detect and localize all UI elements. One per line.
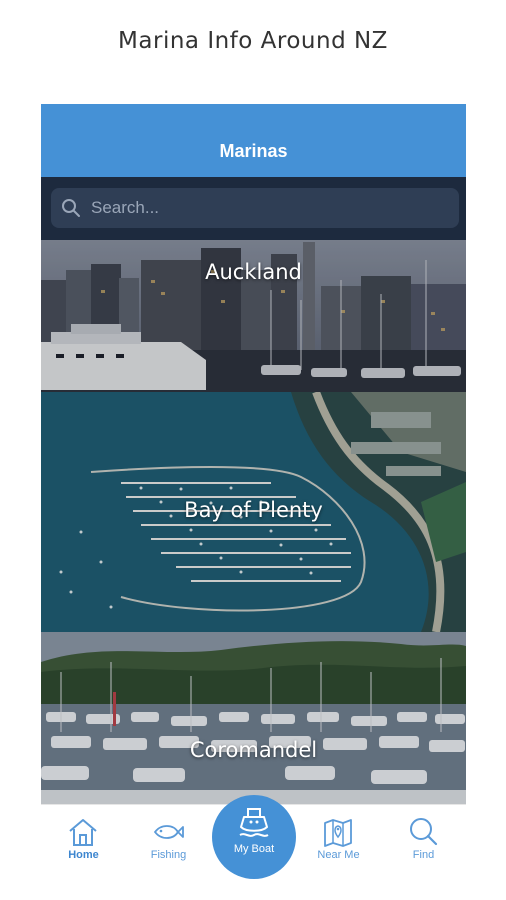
tab-label: Find	[412, 849, 435, 861]
region-list: Auckland Bay of Plenty Coromandel	[41, 240, 466, 804]
tab-my-boat[interactable]: My Boat	[212, 795, 296, 879]
map-pin-icon	[324, 819, 352, 847]
tab-label: Home	[68, 849, 99, 861]
navigation-bar: Marinas	[41, 104, 466, 177]
home-icon	[69, 819, 97, 846]
coromandel-image	[41, 632, 466, 804]
fish-icon	[153, 825, 184, 839]
tab-label: Near Me	[317, 849, 360, 861]
search-input[interactable]	[91, 198, 451, 218]
region-name: Auckland	[205, 260, 302, 284]
tab-label: Fishing	[150, 849, 187, 861]
tab-fishing[interactable]: Fishing	[126, 805, 211, 875]
boat-icon	[239, 808, 269, 837]
tab-label: My Boat	[233, 843, 275, 855]
region-tile-coromandel[interactable]: Coromandel	[41, 632, 466, 804]
promo-title: Marina Info Around NZ	[118, 28, 388, 54]
region-name: Coromandel	[189, 738, 318, 762]
region-tile-bay-of-plenty[interactable]: Bay of Plenty	[41, 392, 466, 632]
region-tile-auckland[interactable]: Auckland	[41, 240, 466, 392]
tab-bar: Home Fishing My Boat Near Me Find	[41, 795, 466, 900]
tab-find[interactable]: Find	[381, 805, 466, 875]
tab-home[interactable]: Home	[41, 805, 126, 875]
region-name: Bay of Plenty	[184, 498, 323, 522]
search-field[interactable]	[51, 188, 459, 228]
app-screen: Marinas Search... Auckland Bay of Plenty…	[41, 104, 466, 900]
tab-near-me[interactable]: Near Me	[296, 805, 381, 875]
search-icon	[410, 818, 438, 846]
search-bar	[41, 177, 466, 240]
page-title: Marinas	[219, 141, 288, 161]
search-icon	[62, 199, 80, 217]
